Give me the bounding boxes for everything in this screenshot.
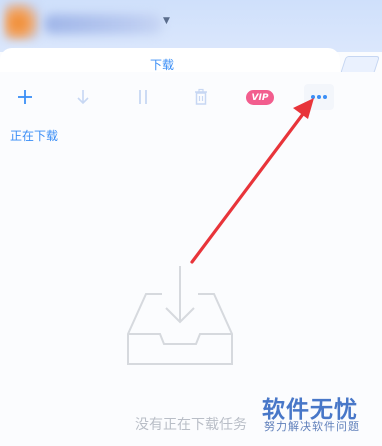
annotation-arrow	[190, 98, 314, 264]
watermark-subtitle: 努力解决软件问题	[264, 420, 360, 433]
